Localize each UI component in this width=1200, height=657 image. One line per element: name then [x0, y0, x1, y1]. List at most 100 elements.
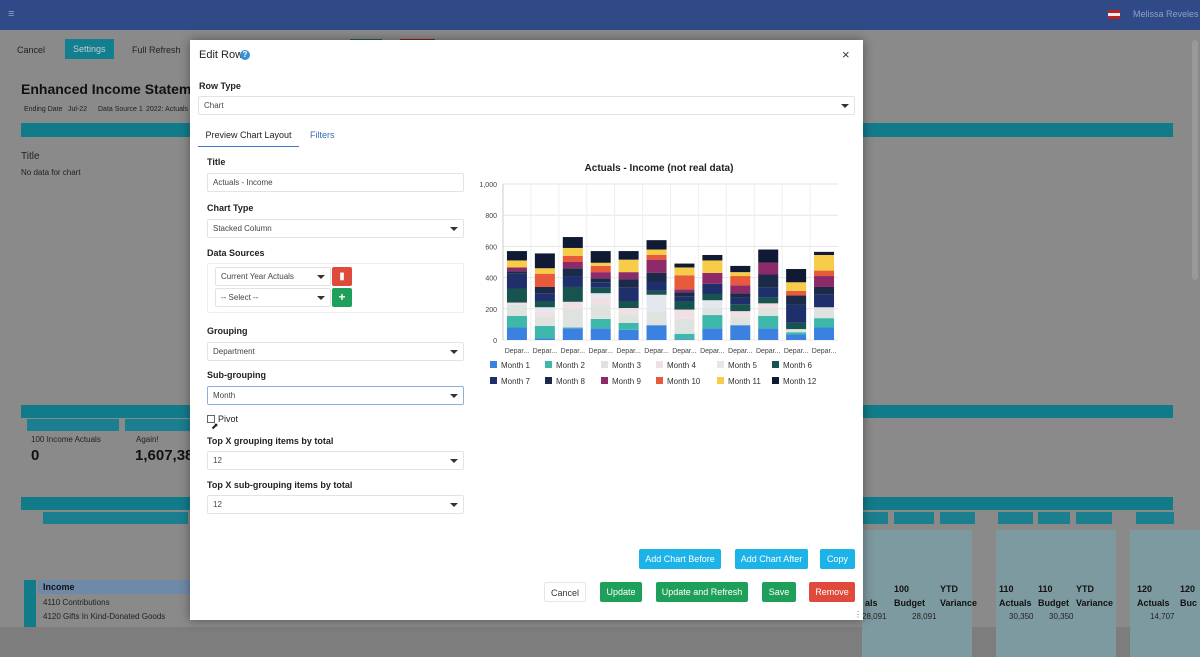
- add-chart-before-button[interactable]: Add Chart Before: [639, 549, 721, 569]
- cancel-button[interactable]: Cancel: [17, 40, 45, 60]
- top-x-select[interactable]: 12: [207, 451, 464, 470]
- col-header: 100: [894, 584, 910, 594]
- bar-segment: [618, 308, 639, 315]
- legend-entry: Month 12: [783, 377, 817, 386]
- edit-column-button[interactable]: [1038, 512, 1070, 524]
- no-data-text: No data for chart: [21, 168, 81, 177]
- bar-segment: [786, 332, 807, 335]
- x-tick-label: Depar...: [533, 348, 558, 355]
- bar-segment: [562, 247, 583, 256]
- kpi-label: Again!: [136, 435, 159, 444]
- ending-date-value[interactable]: Jul-22: [68, 106, 87, 113]
- hamburger-menu-icon[interactable]: ≡: [8, 9, 18, 20]
- edit-column-button[interactable]: [1076, 512, 1112, 524]
- update-and-refresh-button[interactable]: Update and Refresh: [656, 582, 748, 602]
- bar-segment: [758, 287, 779, 298]
- bar-segment: [646, 272, 667, 282]
- bar-segment: [702, 272, 723, 284]
- legend-entry: Month 11: [728, 377, 761, 386]
- title-label: Title: [21, 151, 40, 162]
- section-bar: [21, 123, 191, 137]
- legend-entry: Month 1: [501, 361, 530, 370]
- legend-entry: Month 9: [612, 377, 641, 386]
- bar-segment: [646, 249, 667, 255]
- resize-handle-icon[interactable]: ⋮: [854, 610, 862, 619]
- bar-segment: [590, 251, 611, 263]
- y-tick-label: 600: [485, 244, 497, 251]
- bar-segment: [702, 293, 723, 301]
- col-header: Budget: [1038, 598, 1069, 608]
- save-button[interactable]: Save: [762, 582, 796, 602]
- flag-icon: [1108, 10, 1120, 19]
- edit-button[interactable]: [27, 419, 119, 431]
- add-chart-after-button[interactable]: Add Chart After: [735, 549, 808, 569]
- bar-segment: [814, 327, 835, 340]
- bar-segment: [674, 267, 695, 276]
- legend-entry: Month 7: [501, 377, 530, 386]
- bar-segment: [646, 259, 667, 273]
- copy-button[interactable]: Copy: [820, 549, 855, 569]
- bar-segment: [534, 316, 555, 326]
- bar-segment: [674, 292, 695, 297]
- bar-segment: [506, 315, 527, 328]
- bar-segment: [674, 263, 695, 268]
- bar-segment: [730, 304, 751, 312]
- settings-button[interactable]: Settings: [65, 39, 114, 59]
- kpi-label: 100 Income Actuals: [31, 435, 101, 444]
- bar-segment: [646, 254, 667, 260]
- chevron-down-icon: [450, 503, 458, 507]
- x-tick-label: Depar...: [588, 348, 613, 355]
- x-tick-label: Depar...: [561, 348, 586, 355]
- top-x-label: Top X grouping items by total: [207, 436, 334, 446]
- top-x-sub-select[interactable]: 12: [207, 495, 464, 514]
- legend-entry: Month 3: [612, 361, 641, 370]
- bar-segment: [562, 268, 583, 277]
- edit-column-button[interactable]: [940, 512, 975, 524]
- legend-icon: [490, 361, 497, 368]
- edit-button[interactable]: [125, 419, 190, 431]
- kpi-value: 0: [31, 447, 40, 464]
- bar-segment: [730, 272, 751, 277]
- edit-row-modal: Edit Row ? × Row Type Chart Preview Char…: [190, 40, 863, 620]
- data-source-label: Data Source 1: [98, 106, 143, 113]
- bar-segment: [814, 251, 835, 255]
- table-cell: 30,350: [1009, 612, 1034, 621]
- bar-segment: [562, 276, 583, 287]
- cancel-button[interactable]: Cancel: [544, 582, 586, 602]
- bar-segment: [674, 289, 695, 293]
- edit-column-button[interactable]: [862, 512, 888, 524]
- bar-segment: [814, 318, 835, 328]
- bar-segment: [674, 309, 695, 319]
- legend-icon: [601, 377, 608, 384]
- bar-segment: [590, 282, 611, 288]
- bar-segment: [562, 262, 583, 269]
- edit-column-button[interactable]: [998, 512, 1033, 524]
- edit-column-button[interactable]: [1136, 512, 1174, 524]
- bar-segment: [786, 282, 807, 291]
- col-header: Actuals: [999, 598, 1032, 608]
- bar-segment: [506, 271, 527, 274]
- table-row-label: 4110 Contributions: [43, 598, 110, 607]
- bar-segment: [730, 311, 751, 318]
- bar-segment: [534, 325, 555, 339]
- data-source-value[interactable]: 2022: Actuals: [146, 106, 188, 113]
- x-tick-label: Depar...: [784, 348, 809, 355]
- user-name[interactable]: Melissa Reveles: [1133, 9, 1199, 19]
- table-cell: 28,091: [912, 612, 937, 621]
- bar-segment: [618, 329, 639, 340]
- ending-date-label: Ending Date: [24, 106, 63, 113]
- edit-column-button[interactable]: [43, 512, 188, 524]
- scrollbar[interactable]: [1192, 40, 1198, 280]
- bar-segment: [730, 265, 751, 273]
- bar-segment: [758, 249, 779, 263]
- edit-column-button[interactable]: [894, 512, 934, 524]
- bar-segment: [506, 273, 527, 289]
- full-refresh-button[interactable]: Full Refresh: [132, 40, 181, 60]
- bar-segment: [618, 287, 639, 301]
- bar-segment: [702, 308, 723, 316]
- remove-button[interactable]: Remove: [809, 582, 855, 602]
- bar-segment: [590, 287, 611, 294]
- bar-segment: [590, 328, 611, 340]
- update-button[interactable]: Update: [600, 582, 642, 602]
- bar-segment: [674, 301, 695, 310]
